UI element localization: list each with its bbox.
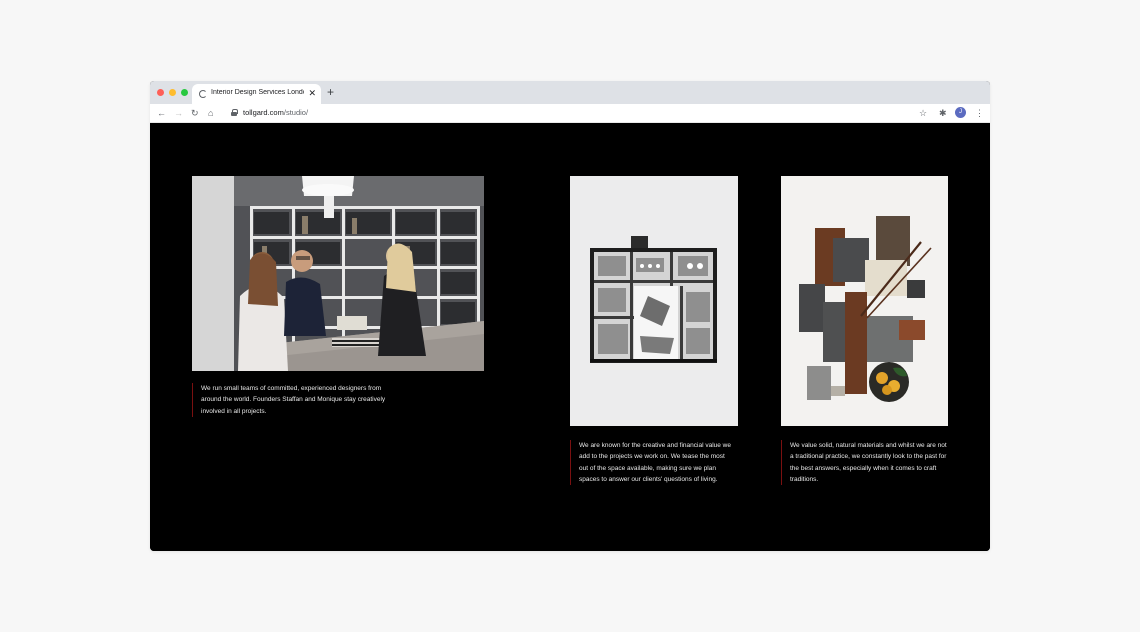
browser-window: Interior Design Services London ✕ + ← → … [150, 81, 990, 551]
close-tab-icon[interactable]: ✕ [308, 87, 316, 99]
value-caption: We are known for the creative and financ… [570, 440, 734, 486]
lock-icon [231, 109, 238, 116]
extensions-icon[interactable]: ✱ [939, 106, 947, 120]
minimize-window-button[interactable] [169, 89, 176, 96]
page-content: We run small teams of committed, experie… [150, 123, 990, 551]
tab-bar: Interior Design Services London ✕ + [150, 81, 990, 104]
tab-title: Interior Design Services London [211, 89, 304, 96]
loading-icon [199, 90, 207, 98]
materials-caption: We value solid, natural materials and wh… [781, 440, 947, 486]
home-icon[interactable]: ⌂ [208, 106, 213, 120]
forward-icon[interactable]: → [174, 106, 183, 120]
browser-toolbar: ← → ↻ ⌂ tollgard.com/studio/ ☆ ✱ J ⋮ [150, 104, 990, 123]
material-moodboard-image [781, 176, 948, 426]
studio-caption: We run small teams of committed, experie… [192, 383, 392, 417]
new-tab-icon[interactable]: + [327, 85, 334, 99]
avatar[interactable]: J [955, 107, 966, 118]
team-meeting-photo [192, 176, 484, 371]
close-window-button[interactable] [157, 89, 164, 96]
menu-icon[interactable]: ⋮ [975, 106, 984, 120]
floor-plan-image [570, 176, 738, 426]
browser-tab[interactable]: Interior Design Services London ✕ [192, 84, 321, 104]
star-icon[interactable]: ☆ [919, 106, 927, 120]
back-icon[interactable]: ← [157, 106, 166, 120]
url-text: tollgard.com/studio/ [243, 108, 309, 117]
reload-icon[interactable]: ↻ [191, 106, 199, 120]
maximize-window-button[interactable] [181, 89, 188, 96]
address-bar[interactable]: tollgard.com/studio/ ☆ [226, 106, 932, 120]
